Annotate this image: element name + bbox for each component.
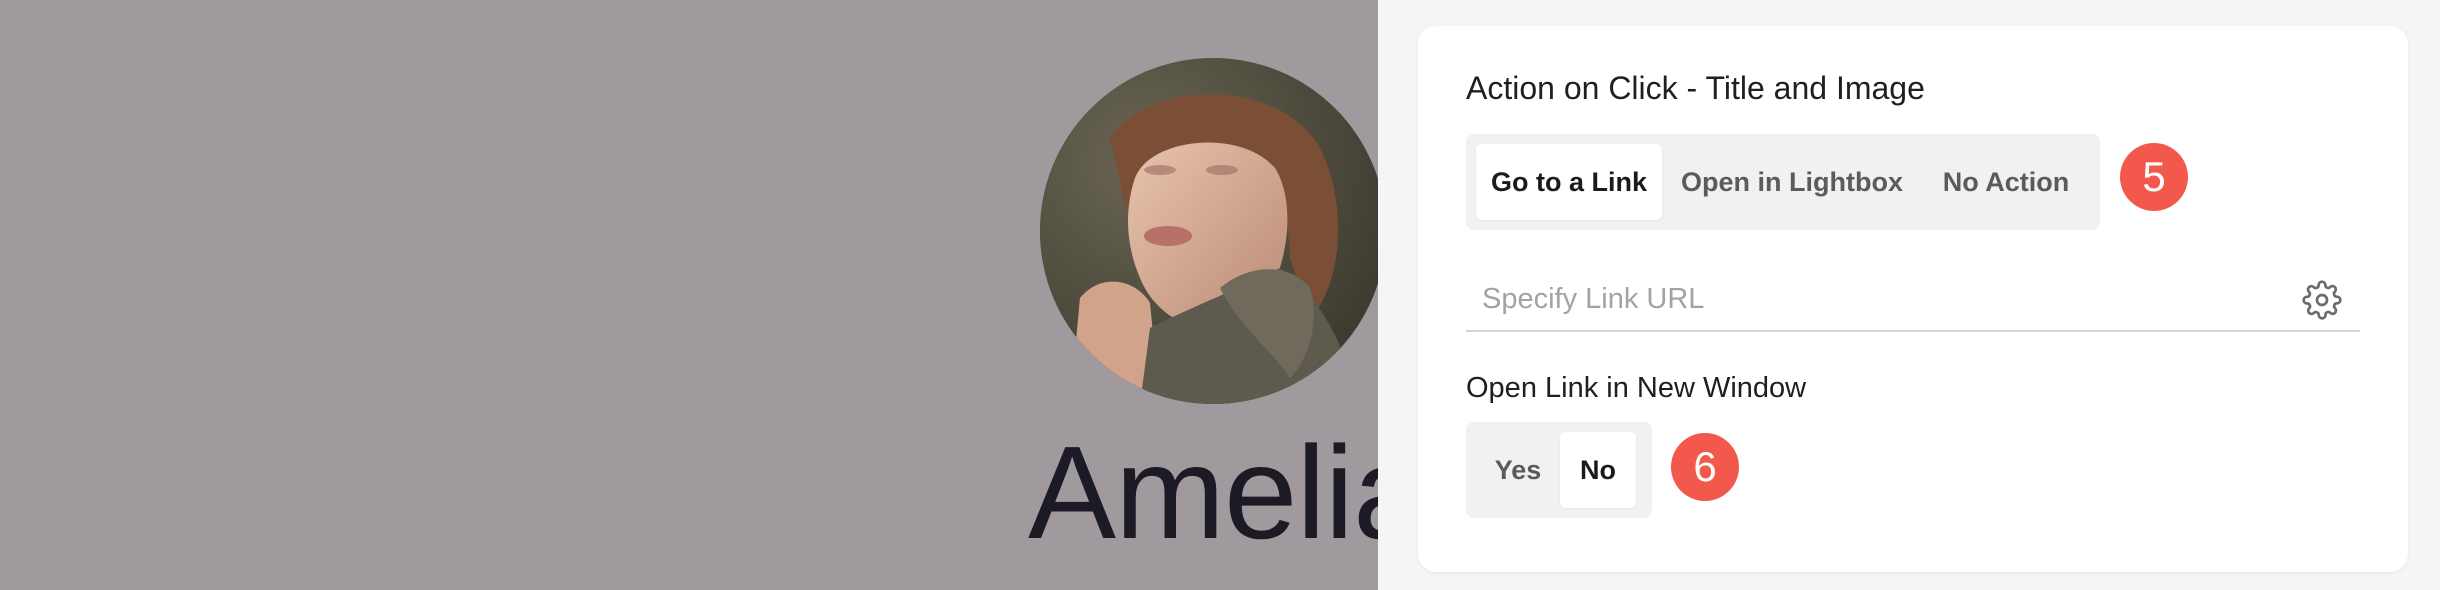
open-new-window-title: Open Link in New Window [1466,372,1807,404]
open-new-window-segmented-control: Yes No [1466,422,1652,518]
step-badge-6: 6 [1671,433,1739,501]
action-on-click-segmented-control: Go to a Link Open in Lightbox No Action [1466,134,2100,230]
step-badge-5: 5 [2120,143,2188,211]
gear-icon[interactable] [2302,280,2342,320]
action-on-click-title: Action on Click - Title and Image [1466,70,1925,106]
option-go-to-a-link[interactable]: Go to a Link [1476,144,1662,220]
profile-photo [1040,58,1378,404]
option-yes[interactable]: Yes [1476,432,1560,508]
link-url-input[interactable] [1482,268,2282,330]
profile-name: Amelia [1028,419,1378,566]
option-open-in-lightbox[interactable]: Open in Lightbox [1662,144,1922,220]
option-no-action[interactable]: No Action [1922,144,2090,220]
page: Amelia Action on Click - Title and Image… [0,0,2440,590]
site-preview: Amelia [0,0,1378,590]
link-url-row [1466,268,2360,332]
option-no[interactable]: No [1560,432,1636,508]
